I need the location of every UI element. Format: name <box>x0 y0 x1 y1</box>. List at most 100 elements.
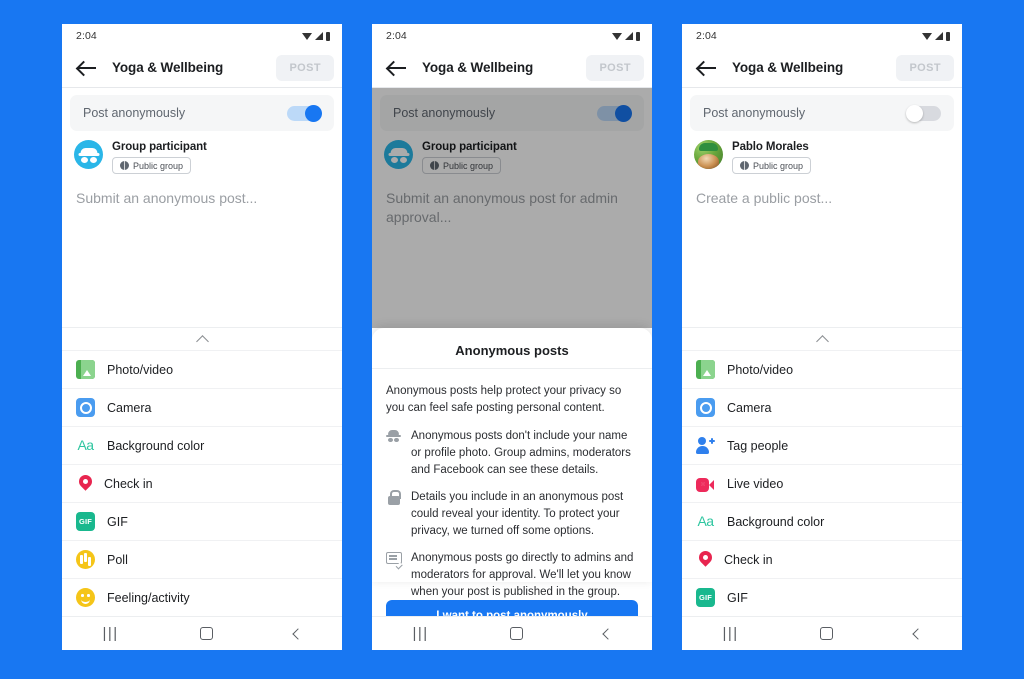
option-background-color[interactable]: Aa Background color <box>62 426 342 464</box>
home-icon[interactable] <box>199 627 213 640</box>
option-label: Photo/video <box>727 362 794 377</box>
poll-icon <box>76 550 95 569</box>
option-camera[interactable]: Camera <box>682 388 962 426</box>
option-label: Camera <box>107 400 152 415</box>
phone-panel-public-post: 2:04 Yoga & Wellbeing POST Post anonymou… <box>682 24 962 650</box>
recents-icon[interactable]: ||| <box>412 625 428 642</box>
option-poll[interactable]: Poll <box>62 540 342 578</box>
option-live-video[interactable]: Live video <box>682 464 962 502</box>
toggle-knob <box>615 104 632 122</box>
audience-chip[interactable]: Public group <box>112 157 192 174</box>
sheet-point-text: Details you include in an anonymous post… <box>411 491 624 537</box>
system-nav-bar: ||| <box>62 616 342 650</box>
option-background-color[interactable]: Aa Background color <box>682 502 962 540</box>
back-icon[interactable] <box>291 627 304 640</box>
tag-people-icon <box>696 436 715 455</box>
option-check-in[interactable]: Check in <box>682 540 962 578</box>
back-arrow-icon[interactable] <box>76 57 98 79</box>
option-label: Camera <box>727 400 772 415</box>
phone-panel-anonymous-info-sheet: 2:04 Yoga & Wellbeing POST Post anonymou… <box>372 24 652 650</box>
app-bar: Yoga & Wellbeing POST <box>682 48 962 88</box>
home-icon[interactable] <box>509 627 523 640</box>
option-photo-video[interactable]: Photo/video <box>682 350 962 388</box>
status-bar: 2:04 <box>372 24 652 48</box>
option-gif[interactable]: GIF GIF <box>682 578 962 616</box>
sheet-point-text: Anonymous posts go directly to admins an… <box>411 552 634 598</box>
recents-icon[interactable]: ||| <box>102 625 118 642</box>
screen-body: Post anonymously Group participant Publi… <box>372 88 652 616</box>
phone-panel-anonymous-enabled: 2:04 Yoga & Wellbeing POST Post anonymou… <box>62 24 342 650</box>
post-anonymously-row[interactable]: Post anonymously <box>690 95 954 131</box>
status-icons <box>922 31 950 41</box>
audience-chip[interactable]: Public group <box>732 157 812 174</box>
home-icon[interactable] <box>819 627 833 640</box>
chevron-up-icon <box>195 334 209 348</box>
check-in-icon <box>78 475 92 493</box>
app-bar: Yoga & Wellbeing POST <box>62 48 342 88</box>
battery-icon <box>326 31 330 41</box>
photo-video-icon <box>696 360 715 379</box>
identity-row[interactable]: Group participant Public group <box>62 131 342 175</box>
post-anonymously-toggle[interactable] <box>906 104 941 122</box>
wifi-icon <box>612 32 622 40</box>
live-video-icon <box>696 477 715 492</box>
toggle-knob <box>906 104 923 122</box>
option-label: GIF <box>727 590 748 605</box>
signal-icon <box>315 32 323 40</box>
identity-row[interactable]: Group participant Public group <box>372 131 652 175</box>
system-nav-bar: ||| <box>372 616 652 650</box>
composer-placeholder[interactable]: Create a public post... <box>682 175 962 327</box>
photo-video-icon <box>76 360 95 379</box>
option-feeling-activity[interactable]: Feeling/activity <box>62 578 342 616</box>
recents-icon[interactable]: ||| <box>722 625 738 642</box>
glasses <box>80 157 97 163</box>
sheet-point: Anonymous posts go directly to admins an… <box>386 550 638 600</box>
option-label: Poll <box>107 552 128 567</box>
option-gif[interactable]: GIF GIF <box>62 502 342 540</box>
post-anonymously-label: Post anonymously <box>393 106 496 120</box>
battery-icon <box>636 31 640 41</box>
back-arrow-icon[interactable] <box>386 57 408 79</box>
anonymous-posts-sheet: Anonymous posts Anonymous posts help pro… <box>372 328 652 616</box>
toggle-knob <box>305 104 322 122</box>
hat-brim <box>388 153 409 156</box>
background-color-icon: Aa <box>77 437 94 453</box>
background-color-icon: Aa <box>697 513 714 529</box>
option-camera[interactable]: Camera <box>62 388 342 426</box>
option-label: Background color <box>107 438 205 453</box>
back-icon[interactable] <box>601 627 614 640</box>
status-bar: 2:04 <box>62 24 342 48</box>
status-time: 2:04 <box>76 30 97 42</box>
post-anonymously-row[interactable]: Post anonymously <box>70 95 334 131</box>
option-tag-people[interactable]: Tag people <box>682 426 962 464</box>
collapse-handle[interactable] <box>682 328 962 350</box>
sheet-point: Details you include in an anonymous post… <box>386 489 638 539</box>
back-arrow-icon[interactable] <box>696 57 718 79</box>
post-anonymously-row[interactable]: Post anonymously <box>380 95 644 131</box>
back-icon[interactable] <box>911 627 924 640</box>
composer-placeholder[interactable]: Submit an anonymous post... <box>62 175 342 327</box>
incognito-icon <box>384 140 413 169</box>
post-button[interactable]: POST <box>896 54 954 81</box>
status-icons <box>612 31 640 41</box>
system-nav-bar: ||| <box>682 616 962 650</box>
post-anonymously-toggle[interactable] <box>597 104 632 122</box>
page-title: Yoga & Wellbeing <box>112 60 224 75</box>
post-button[interactable]: POST <box>276 54 334 81</box>
option-label: GIF <box>107 514 128 529</box>
post-anonymously-toggle[interactable] <box>287 104 322 122</box>
check-in-icon <box>698 551 712 569</box>
screenshot-stage: 2:04 Yoga & Wellbeing POST Post anonymou… <box>0 0 1024 679</box>
identity-row[interactable]: Pablo Morales Public group <box>682 131 962 175</box>
collapse-handle[interactable] <box>62 328 342 350</box>
post-anonymously-cta[interactable]: I want to post anonymously <box>386 600 638 616</box>
globe-icon <box>430 161 439 170</box>
gif-icon: GIF <box>696 588 715 607</box>
option-check-in[interactable]: Check in <box>62 464 342 502</box>
audience-chip-label: Public group <box>443 160 494 171</box>
option-label: Tag people <box>727 438 789 453</box>
audience-chip[interactable]: Public group <box>422 157 502 174</box>
option-photo-video[interactable]: Photo/video <box>62 350 342 388</box>
post-button[interactable]: POST <box>586 54 644 81</box>
camera-icon <box>76 398 95 417</box>
